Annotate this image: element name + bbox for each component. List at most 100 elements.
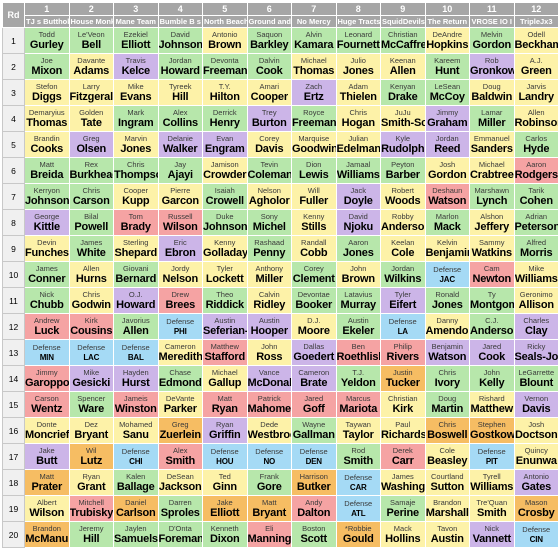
header-team-number-1[interactable]: 1	[24, 2, 70, 16]
draft-pick-cell[interactable]: Isaiah Crowell	[202, 183, 248, 210]
draft-pick-cell[interactable]: Defense LA	[380, 313, 426, 340]
header-team-name-2[interactable]: House Monkeys	[68, 15, 114, 28]
draft-pick-cell[interactable]: Chris Godwin	[68, 287, 114, 314]
draft-pick-cell[interactable]: Boston Scott	[291, 521, 337, 548]
draft-pick-cell[interactable]: Andy Dalton	[291, 495, 337, 522]
draft-pick-cell[interactable]: Taywan Taylor	[335, 417, 381, 444]
draft-pick-cell[interactable]: Defense ATL	[335, 495, 381, 522]
draft-pick-cell[interactable]: Tyler Lockett	[202, 261, 248, 288]
draft-pick-cell[interactable]: Kenneth Dixon	[202, 521, 248, 548]
draft-pick-cell[interactable]: Jordan Wilkins	[380, 261, 426, 288]
draft-pick-cell[interactable]: Carlos Hyde	[513, 131, 559, 158]
draft-pick-cell[interactable]: Jared Goff	[291, 391, 337, 418]
draft-pick-cell[interactable]: Tevin Coleman	[246, 157, 292, 184]
draft-pick-cell[interactable]: Austin Seferian-	[202, 313, 248, 340]
draft-pick-cell[interactable]: Jack Doyle	[335, 183, 381, 210]
draft-pick-cell[interactable]: Cooper Kupp	[113, 183, 159, 210]
header-team-name-3[interactable]: Mane Team	[113, 15, 159, 28]
draft-pick-cell[interactable]: Jamison Crowder	[202, 157, 248, 184]
draft-pick-cell[interactable]: Rishard Matthew	[469, 391, 515, 418]
header-team-number-7[interactable]: 7	[291, 2, 337, 16]
draft-pick-cell[interactable]: Defense NO	[246, 443, 292, 470]
draft-pick-cell[interactable]: Demaryius Thomas	[24, 105, 70, 132]
draft-pick-cell[interactable]: Mike Williams	[513, 261, 559, 288]
draft-pick-cell[interactable]: Julio Jones	[335, 53, 381, 80]
draft-pick-cell[interactable]: Saquon Barkley	[246, 27, 292, 54]
draft-pick-cell[interactable]: James White	[68, 235, 114, 262]
draft-pick-cell[interactable]: Andrew Luck	[24, 313, 70, 340]
draft-pick-cell[interactable]: DeSean Jackson	[157, 469, 203, 496]
draft-pick-cell[interactable]: Jared Cook	[469, 339, 515, 366]
draft-pick-cell[interactable]: Keelan Cole	[380, 235, 426, 262]
draft-pick-cell[interactable]: JuJu Smith-Sc	[380, 105, 426, 132]
draft-pick-cell[interactable]: James Conner	[24, 261, 70, 288]
draft-pick-cell[interactable]: Jarvis Landry	[513, 79, 559, 106]
draft-pick-cell[interactable]: Jay Ajayi	[157, 157, 203, 184]
draft-pick-cell[interactable]: Darren Sproles	[157, 495, 203, 522]
draft-pick-cell[interactable]: Corey Clement	[291, 261, 337, 288]
draft-pick-cell[interactable]: Dez Bryant	[68, 417, 114, 444]
draft-pick-cell[interactable]: Theo Riddick	[202, 287, 248, 314]
draft-pick-cell[interactable]: Deshaun Watson	[424, 183, 470, 210]
draft-pick-cell[interactable]: Ryan Grant	[68, 469, 114, 496]
draft-pick-cell[interactable]: Dion Lewis	[291, 157, 337, 184]
draft-pick-cell[interactable]: Jimmy Graham	[424, 105, 470, 132]
draft-pick-cell[interactable]: Hayden Hurst	[113, 365, 159, 392]
draft-pick-cell[interactable]: Drew Brees	[157, 287, 203, 314]
draft-pick-cell[interactable]: Kerryon Johnson	[24, 183, 70, 210]
header-team-name-10[interactable]: The Return	[424, 15, 470, 28]
draft-pick-cell[interactable]: Matt Ryan	[202, 391, 248, 418]
draft-pick-cell[interactable]: Dallas Goedert	[291, 339, 337, 366]
draft-pick-cell[interactable]: Danny Amendol	[424, 313, 470, 340]
draft-pick-cell[interactable]: Cole Beasley	[424, 443, 470, 470]
draft-pick-cell[interactable]: Chase Edmond	[157, 365, 203, 392]
draft-pick-cell[interactable]: Ryan Griffin	[202, 417, 248, 444]
draft-pick-cell[interactable]: Sammy Watkins	[469, 235, 515, 262]
draft-pick-cell[interactable]: Mason Crosby	[513, 495, 559, 522]
draft-pick-cell[interactable]: Marlon Mack	[424, 209, 470, 236]
draft-pick-cell[interactable]: Jake Butt	[24, 443, 70, 470]
draft-pick-cell[interactable]: Robert Woods	[380, 183, 426, 210]
draft-pick-cell[interactable]: Alfred Morris	[513, 235, 559, 262]
draft-pick-cell[interactable]: Kirk Cousins	[68, 313, 114, 340]
draft-pick-cell[interactable]: Greg Olsen	[68, 131, 114, 158]
header-team-number-6[interactable]: 6	[246, 2, 292, 16]
draft-pick-cell[interactable]: Duke Johnson	[202, 209, 248, 236]
draft-pick-cell[interactable]: Spencer Ware	[68, 391, 114, 418]
draft-pick-cell[interactable]: Nick Chubb	[24, 287, 70, 314]
header-team-name-5[interactable]: North Beach	[202, 15, 248, 28]
draft-pick-cell[interactable]: Wil Lutz	[68, 443, 114, 470]
draft-pick-cell[interactable]: Kelvin Benjamin	[424, 235, 470, 262]
draft-pick-cell[interactable]: Stephen Gostkow	[469, 417, 515, 444]
draft-pick-cell[interactable]: Paul Richards	[380, 417, 426, 444]
draft-pick-cell[interactable]: Marcus Mariota	[335, 391, 381, 418]
draft-pick-cell[interactable]: Philip Rivers	[380, 339, 426, 366]
draft-pick-cell[interactable]: Tom Brady	[113, 209, 159, 236]
draft-pick-cell[interactable]: Ronald Jones	[424, 287, 470, 314]
draft-pick-cell[interactable]: D.J. Moore	[291, 313, 337, 340]
draft-pick-cell[interactable]: Corey Davis	[246, 131, 292, 158]
draft-pick-cell[interactable]: Defense HOU	[202, 443, 248, 470]
draft-pick-cell[interactable]: Chris Thompso	[113, 157, 159, 184]
header-team-name-6[interactable]: Ground and	[246, 15, 292, 28]
draft-pick-cell[interactable]: Jimmy Garoppo	[24, 365, 70, 392]
draft-pick-cell[interactable]: John Kelly	[469, 365, 515, 392]
draft-pick-cell[interactable]: Samaje Perine	[380, 495, 426, 522]
draft-pick-cell[interactable]: Trey Burton	[246, 105, 292, 132]
draft-pick-cell[interactable]: LeSean McCoy	[424, 79, 470, 106]
draft-pick-cell[interactable]: Allen Hurns	[68, 261, 114, 288]
draft-pick-cell[interactable]: Devin Funches	[24, 235, 70, 262]
draft-pick-cell[interactable]: Golden Tate	[68, 105, 114, 132]
draft-pick-cell[interactable]: Justin Tucker	[380, 365, 426, 392]
draft-pick-cell[interactable]: Lamar Miller	[469, 105, 515, 132]
draft-pick-cell[interactable]: Zach Ertz	[291, 79, 337, 106]
header-team-number-8[interactable]: 8	[335, 2, 381, 16]
draft-pick-cell[interactable]: Marvin Jones	[113, 131, 159, 158]
draft-pick-cell[interactable]: Defense DEN	[291, 443, 337, 470]
draft-pick-cell[interactable]: Doug Baldwin	[469, 79, 515, 106]
draft-pick-cell[interactable]: Antonio Brown	[202, 27, 248, 54]
draft-pick-cell[interactable]: Leonard Fournett	[335, 27, 381, 54]
draft-pick-cell[interactable]: Cameron Brate	[291, 365, 337, 392]
draft-pick-cell[interactable]: RexBurkhead	[68, 157, 114, 184]
draft-pick-cell[interactable]: Kareem Hunt	[424, 53, 470, 80]
